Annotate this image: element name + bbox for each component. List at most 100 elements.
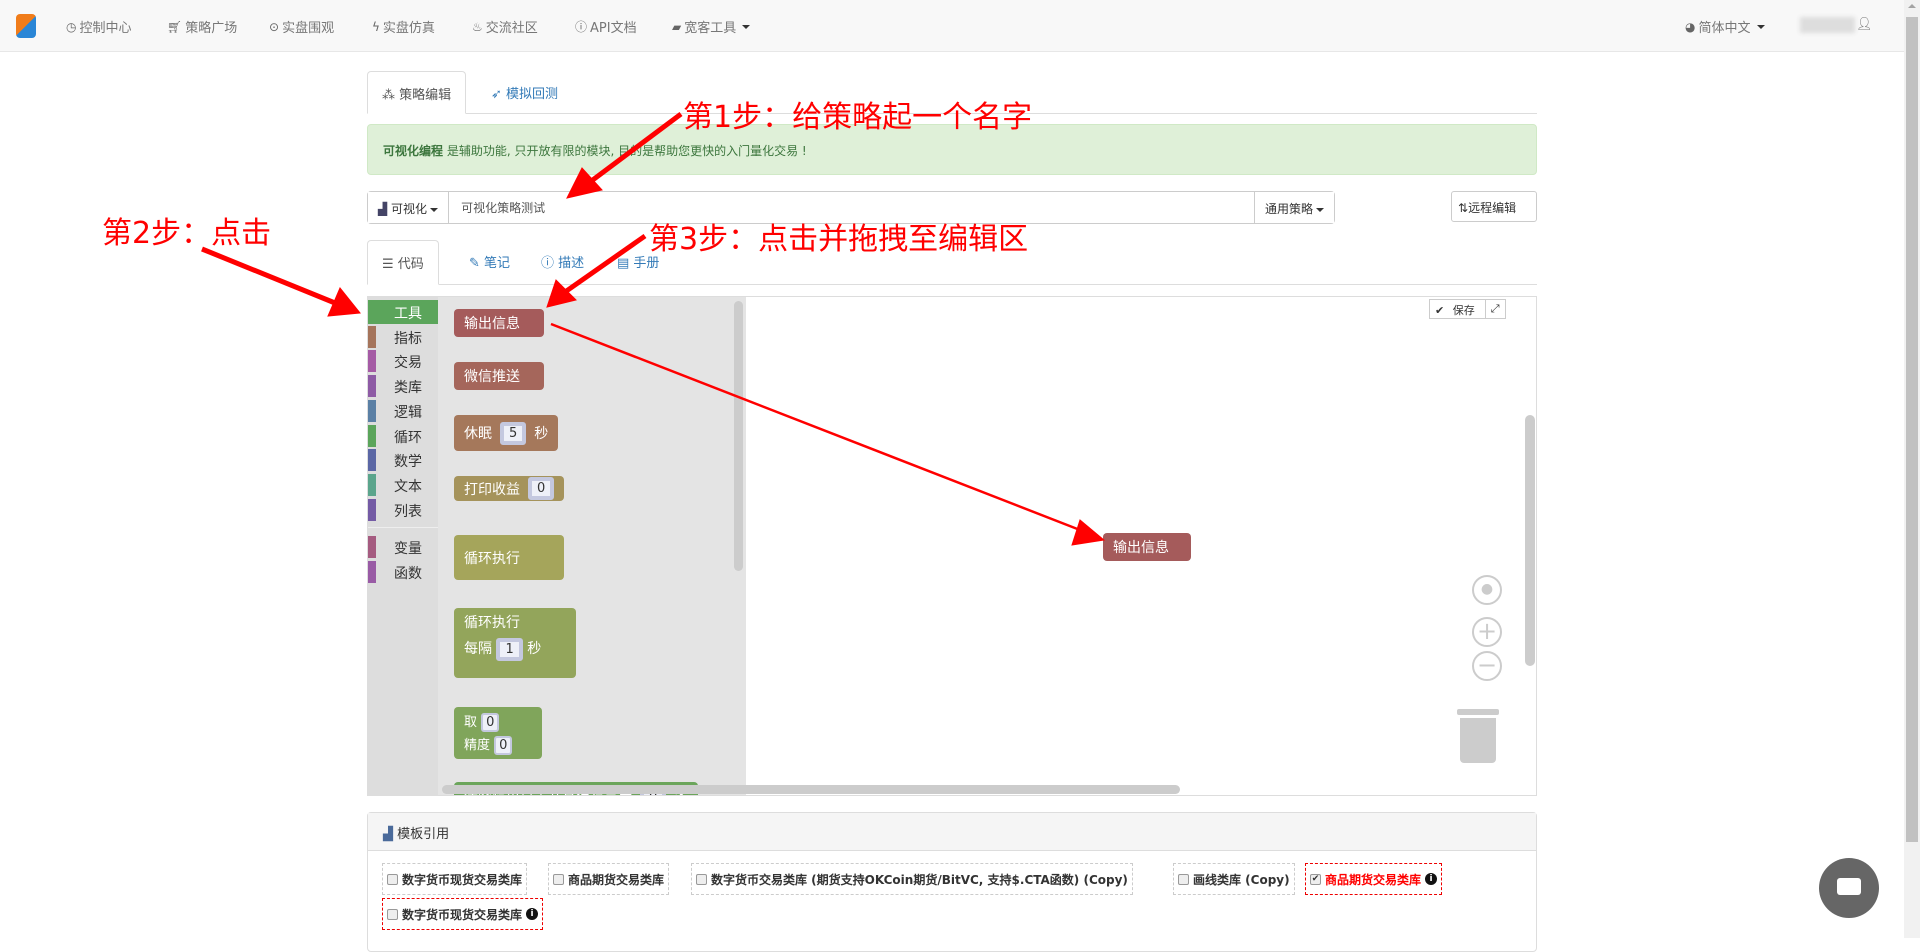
block-loop[interactable]: 循环执行 [454,535,564,580]
toolbox-category[interactable]: 交易 [368,349,438,373]
tab-code[interactable]: ☰ 代码 [367,240,439,285]
scroll-up-icon[interactable] [1908,4,1916,8]
template-panel-header: ▟ 模板引用 [368,813,1536,851]
nav-label: 实盘仿真 [382,21,435,36]
tab-label: 手册 [633,256,660,271]
toolbox-category[interactable]: 文本 [368,473,438,497]
toolbox-category[interactable]: 指标 [368,325,438,349]
nav-api-docs[interactable]: ⓘ API文档 [575,17,637,36]
toolbox-category[interactable]: 逻辑 [368,399,438,423]
info-icon[interactable]: i [526,908,539,920]
block-label: 微信推送 [464,369,520,385]
tab-strategy-edit[interactable]: ⁂ 策略编辑 [367,71,467,114]
chevron-down-icon [1316,207,1324,212]
interval-value[interactable]: 1 [496,638,523,661]
nav-simulation[interactable]: ϟ 实盘仿真 [372,17,435,37]
remote-edit-button[interactable]: ⇅远程编辑 [1451,191,1537,222]
annotation-step2: 第2步：点击 [102,216,272,251]
save-label: 保存 [1452,304,1475,317]
template-item[interactable]: 画线类库 (Copy) [1173,863,1295,895]
category-color-bar [368,560,376,583]
block-output-info[interactable]: 输出信息 [454,309,544,337]
username-blurred [1800,17,1855,33]
save-button[interactable]: ✔ 保存 [1430,300,1486,318]
nav-live-watch[interactable]: ⊙ 实盘围观 [269,17,335,37]
round-value[interactable]: 0 [481,713,500,732]
toolbox-category[interactable]: 函数 [368,560,438,584]
category-color-bar [368,325,376,348]
tab-label: 笔记 [484,256,511,271]
language-select[interactable]: ◕ 简体中文 [1685,17,1765,36]
template-checkbox[interactable] [387,908,398,920]
category-color-bar [368,350,376,373]
template-item[interactable]: ✔ 商品期货交易类库 i [1305,863,1443,895]
workspace-block-output-info[interactable]: 输出信息 [1103,533,1191,561]
flyout-scrollbar[interactable] [734,301,743,571]
trash-icon[interactable] [1460,718,1496,763]
nav-strategy-square[interactable]: 🛒︎ 策略广场 [167,17,237,37]
block-label: 输出信息 [1113,540,1169,556]
nav-quant-tools[interactable]: ▰ 宽客工具 [672,17,751,36]
block-round[interactable]: 取 0 精度 0 [454,707,542,759]
tab-notes[interactable]: ✎ 笔记 [455,240,524,283]
book-icon: ▤ [617,256,634,271]
chat-button[interactable] [1819,858,1879,918]
block-sleep[interactable]: 休眠 5 秒 [454,415,559,451]
nav-label: 实盘围观 [282,21,335,36]
toolbox-category[interactable]: 变量 [368,535,438,559]
zoom-out-icon[interactable]: − [1472,651,1502,681]
toolbox-category[interactable]: 工具 [368,300,438,324]
template-checkbox[interactable] [387,873,398,885]
zoom-in-icon[interactable]: + [1472,617,1502,647]
template-checkbox[interactable] [1178,873,1189,885]
template-item[interactable]: 数字货币现货交易类库 [382,863,528,895]
briefcase-icon: ▰ [672,19,682,34]
strategy-category-dropdown[interactable]: 通用策略 [1253,192,1334,223]
dashboard-icon: ◷ [66,19,77,34]
nav-community[interactable]: ♨ 交流社区 [472,17,538,37]
category-label: 类库 [394,380,422,397]
toolbox-category[interactable]: 循环 [368,424,438,448]
trash-lid-icon [1457,709,1499,715]
tab-description[interactable]: ⓘ 描述 [527,240,598,283]
precision-value[interactable]: 0 [494,736,513,755]
tab-backtest[interactable]: ➶ 模拟回测 [477,71,572,114]
workspace-hscrollbar[interactable] [442,785,1180,794]
block-label: 秒 [527,641,542,657]
template-checkbox[interactable] [553,873,564,885]
category-label: 文本 [394,478,422,495]
cubes-icon: ⁂ [382,88,400,103]
template-item[interactable]: 数字货币现货交易类库 i [382,898,544,930]
profit-value[interactable]: 0 [528,477,555,500]
fullscreen-icon[interactable]: ⤢ [1486,300,1505,318]
template-item[interactable]: 数字货币交易类库 (期货支持OKCoin期货/BitVC, 支持$.CTA函数)… [691,863,1133,895]
block-wechat-push[interactable]: 微信推送 [454,362,544,390]
template-item[interactable]: 商品期货交易类库 [548,863,670,895]
user-icon[interactable]: 👤︎ [1856,17,1873,32]
toolbox-category[interactable]: 列表 [368,498,438,522]
logo[interactable] [16,14,36,38]
page-scrollbar[interactable] [1904,0,1920,938]
toolbox-separator [368,527,438,528]
category-color-bar [368,301,376,323]
scrollbar-thumb[interactable] [1906,17,1918,842]
info-icon[interactable]: i [1425,873,1438,885]
category-label: 工具 [394,306,422,322]
recenter-icon[interactable]: ● [1472,575,1502,605]
category-label: 数学 [394,454,422,471]
block-print-profit[interactable]: 打印收益 0 [454,476,565,501]
template-checkbox[interactable] [696,873,707,885]
block-label: 取 [464,715,478,730]
sleep-value[interactable]: 5 [500,421,527,445]
nav-label: 控制中心 [79,21,132,36]
rocket-icon: ➶ [491,87,507,102]
category-color-bar [368,498,376,521]
toolbox-category[interactable]: 类库 [368,374,438,398]
strategy-type-dropdown[interactable]: ▟ 可视化 [368,192,450,223]
arrow-step2 [201,246,336,306]
workspace-vscrollbar[interactable] [1525,415,1535,666]
nav-dashboard[interactable]: ◷ 控制中心 [66,17,132,37]
block-loop-interval[interactable]: 循环执行 每隔 1 秒 [454,608,576,678]
toolbox-category[interactable]: 数学 [368,448,438,472]
template-checkbox[interactable]: ✔ [1310,873,1321,885]
